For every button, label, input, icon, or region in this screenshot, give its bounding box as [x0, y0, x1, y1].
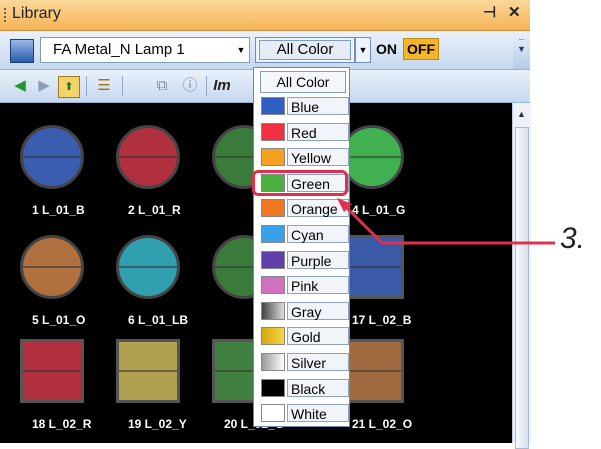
dropdown-item-cyan[interactable]: Cyan	[257, 223, 349, 245]
dropdown-item-orange[interactable]: Orange	[257, 197, 349, 219]
scroll-up-icon[interactable]: ▲	[517, 109, 526, 119]
dropdown-item-red[interactable]: Red	[257, 121, 349, 143]
dropdown-item-label: Gray	[287, 301, 349, 320]
vertical-scrollbar[interactable]: ▲	[512, 103, 531, 449]
image-icon[interactable]: Im	[212, 76, 232, 96]
tree-icon[interactable]: ☰	[94, 76, 114, 96]
dropdown-item-label: Blue	[287, 97, 349, 115]
dropdown-item-label: Red	[287, 122, 349, 141]
lamp-icon[interactable]	[116, 339, 180, 403]
dropdown-item-label: Cyan	[287, 225, 349, 243]
chevron-down-icon[interactable]: ▼	[233, 38, 249, 62]
color-filter-select[interactable]: All Color	[255, 37, 355, 63]
title-bar[interactable]: Library ⊣ ✕	[0, 0, 530, 31]
color-swatch-icon	[261, 225, 285, 243]
lamp-icon[interactable]	[20, 235, 84, 299]
lamp-label: 6 L_01_LB	[128, 313, 189, 327]
dropdown-item-gray[interactable]: Gray	[257, 300, 349, 322]
toolbar-separator	[122, 76, 123, 96]
color-swatch-icon	[261, 404, 285, 423]
dropdown-item-label: Silver	[287, 353, 349, 371]
lamp-label: 4 L_01_G	[352, 203, 406, 217]
dropdown-item-all-color[interactable]: All Color	[260, 71, 346, 93]
color-filter-arrow-icon[interactable]: ▼	[355, 37, 371, 63]
color-swatch-icon	[261, 122, 285, 141]
color-swatch-icon	[261, 97, 285, 115]
dropdown-item-label: Gold	[287, 327, 349, 346]
window-title: Library	[12, 5, 61, 22]
color-swatch-icon	[261, 199, 285, 218]
color-swatch-icon	[261, 353, 285, 371]
toolbar-overflow-button[interactable]: ‥ ▼	[513, 31, 530, 69]
highlight-box	[252, 170, 348, 196]
toolbar-separator	[86, 76, 87, 96]
color-swatch-icon	[261, 276, 285, 295]
copy-icon[interactable]: ⧉	[152, 76, 172, 96]
dropdown-item-label: Orange	[287, 199, 349, 218]
dropdown-item-silver[interactable]: Silver	[257, 351, 349, 373]
forward-icon[interactable]: ▶	[34, 76, 54, 96]
dropdown-item-gold[interactable]: Gold	[257, 325, 349, 347]
library-toolbar: FA Metal_N Lamp 1 ▼ All Color ▼ ON OFF ‥…	[0, 31, 530, 70]
back-icon[interactable]: ◀	[10, 76, 30, 96]
color-filter-value: All Color	[259, 40, 351, 60]
on-label[interactable]: ON	[376, 41, 397, 57]
dropdown-item-white[interactable]: White	[257, 402, 349, 424]
info-icon[interactable]: ⓘ	[180, 76, 200, 96]
dropdown-item-purple[interactable]: Purple	[257, 249, 349, 271]
color-swatch-icon	[261, 378, 285, 397]
callout-label: 3.	[560, 222, 586, 255]
lamp-label: 2 L_01_R	[128, 203, 181, 217]
color-swatch-icon	[261, 301, 285, 320]
color-swatch-icon	[261, 250, 285, 269]
lamp-icon[interactable]	[20, 125, 84, 189]
lamp-icon[interactable]	[116, 235, 180, 299]
lamp-label: 5 L_01_O	[32, 313, 86, 327]
lamp-label: 17 L_02_B	[352, 313, 412, 327]
dropdown-item-label: Yellow	[287, 148, 349, 167]
library-select-value: FA Metal_N Lamp 1	[53, 41, 185, 58]
library-select[interactable]: FA Metal_N Lamp 1 ▼	[40, 37, 250, 63]
color-dropdown-list: All Color Blue Red Yellow Green Orange Cyan Pu…	[253, 67, 350, 427]
lamp-label: 21 L_02_O	[352, 417, 413, 431]
lamp-icon[interactable]	[20, 339, 84, 403]
scroll-thumb[interactable]	[515, 127, 529, 449]
lamp-icon[interactable]	[116, 125, 180, 189]
dropdown-item-label: Pink	[287, 276, 349, 295]
close-icon[interactable]: ✕	[508, 3, 521, 21]
pin-icon[interactable]: ⊣	[483, 3, 496, 21]
dropdown-item-pink[interactable]: Pink	[257, 274, 349, 296]
grip-icon[interactable]	[4, 8, 6, 22]
dropdown-item-yellow[interactable]: Yellow	[257, 146, 349, 168]
color-swatch-icon	[261, 327, 285, 346]
library-icon[interactable]	[10, 39, 34, 63]
lamp-label: 1 L_01_B	[32, 203, 85, 217]
off-button[interactable]: OFF	[403, 38, 439, 60]
dropdown-item-label: White	[287, 404, 349, 423]
dropdown-item-label: Black	[287, 378, 349, 397]
lamp-label: 19 L_02_Y	[128, 417, 187, 431]
dropdown-item-black[interactable]: Black	[257, 377, 349, 399]
dropdown-item-blue[interactable]: Blue	[257, 95, 349, 117]
color-swatch-icon	[261, 148, 285, 167]
toolbar-separator	[206, 76, 207, 96]
dropdown-item-label: Purple	[287, 250, 349, 269]
lamp-label: 18 L_02_R	[32, 417, 92, 431]
up-folder-icon[interactable]: ⬆	[58, 76, 80, 98]
